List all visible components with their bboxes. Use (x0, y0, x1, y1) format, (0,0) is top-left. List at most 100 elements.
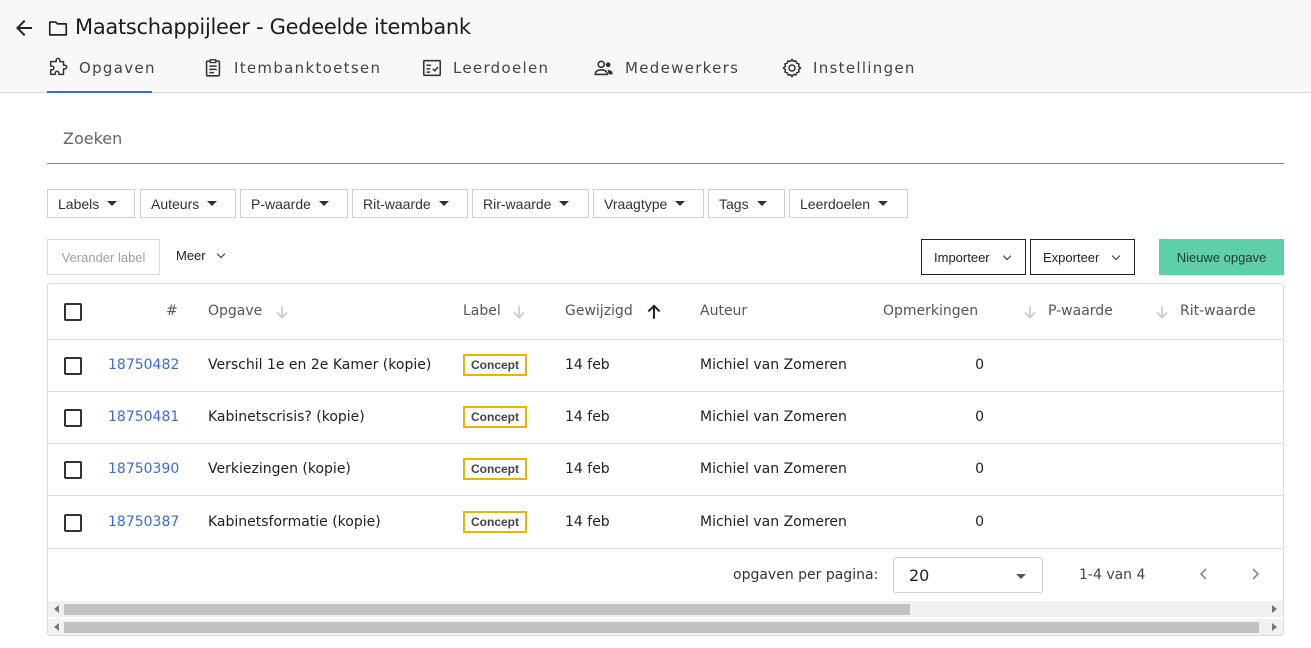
caret-down-icon (438, 201, 449, 206)
row-checkbox[interactable] (64, 514, 82, 532)
select-all-checkbox[interactable] (64, 303, 82, 321)
column-header-rit-waarde[interactable]: Rit-waarde (1180, 303, 1256, 319)
per-page-select[interactable]: 20 (893, 557, 1043, 593)
filter-label: Auteurs (151, 195, 200, 212)
filter-labels[interactable]: Labels (47, 189, 135, 218)
filter-rir-waarde[interactable]: Rir-waarde (472, 189, 589, 218)
column-header-opmerkingen[interactable]: Opmerkingen (883, 303, 978, 319)
item-id-link[interactable]: 18750390 (108, 461, 179, 477)
row-checkbox[interactable] (64, 409, 82, 427)
filter-p-waarde[interactable]: P-waarde (240, 189, 348, 218)
item-id-link[interactable]: 18750481 (108, 409, 179, 425)
per-page-label: opgaven per pagina: (733, 567, 879, 583)
column-header-opgave[interactable]: Opgave (208, 303, 262, 319)
pagination-bar: opgaven per pagina: 20 1-4 van 4 (48, 549, 1283, 599)
tab-label: Instellingen (813, 59, 916, 77)
sort-arrow-icon[interactable] (1154, 304, 1170, 320)
items-table: # Opgave Label Gewijzigd Auteur Opmerkin… (47, 283, 1284, 636)
caret-down-icon (107, 201, 118, 206)
more-menu-button[interactable]: Meer (176, 248, 225, 263)
item-comments-count: 0 (975, 409, 984, 425)
column-header-auteur[interactable]: Auteur (700, 303, 747, 319)
item-title: Kabinetscrisis? (kopie) (208, 409, 365, 425)
change-label-button[interactable]: Verander label (47, 239, 160, 275)
sort-ascending-icon[interactable] (645, 303, 663, 321)
column-header-gewijzigd[interactable]: Gewijzigd (565, 303, 633, 319)
status-badge: Concept (463, 354, 527, 376)
puzzle-icon (47, 57, 69, 79)
scrollbar-thumb[interactable] (64, 622, 1259, 633)
scroll-left-icon[interactable] (54, 623, 59, 631)
caret-down-icon (318, 201, 329, 206)
tab-itembanktoetsen[interactable]: Itembanktoetsen (202, 55, 381, 93)
tab-leerdoelen[interactable]: Leerdoelen (421, 55, 549, 93)
chevron-right-icon[interactable] (1247, 565, 1263, 583)
tab-instellingen[interactable]: Instellingen (781, 55, 916, 93)
back-arrow-icon[interactable] (12, 16, 36, 40)
row-checkbox[interactable] (64, 461, 82, 479)
table-row[interactable]: 18750482 Verschil 1e en 2e Kamer (kopie)… (48, 340, 1283, 392)
item-modified: 14 feb (565, 357, 610, 373)
table-row[interactable]: 18750387 Kabinetsformatie (kopie) Concep… (48, 496, 1283, 549)
tab-label: Itembanktoetsen (234, 59, 382, 77)
table-row[interactable]: 18750390 Verkiezingen (kopie) Concept 14… (48, 444, 1283, 496)
filter-label: Labels (58, 195, 100, 212)
caret-down-icon (559, 201, 570, 206)
column-header-p-waarde[interactable]: P-waarde (1048, 303, 1113, 319)
caret-down-icon (1016, 574, 1026, 579)
table-row[interactable]: 18750481 Kabinetscrisis? (kopie) Concept… (48, 392, 1283, 444)
filter-label: Leerdoelen (800, 195, 871, 212)
caret-down-icon (207, 201, 218, 206)
import-button[interactable]: Importeer (921, 239, 1026, 275)
chevron-down-icon (216, 249, 225, 259)
tab-label: Leerdoelen (453, 59, 550, 77)
item-modified: 14 feb (565, 461, 610, 477)
sort-arrow-icon[interactable] (274, 304, 290, 320)
filter-label: Rir-waarde (483, 195, 552, 212)
filter-label: P-waarde (251, 195, 311, 212)
scroll-right-icon[interactable] (1272, 623, 1277, 631)
tab-medewerkers[interactable]: Medewerkers (593, 55, 739, 93)
new-item-button[interactable]: Nieuwe opgave (1159, 239, 1284, 275)
item-title: Verschil 1e en 2e Kamer (kopie) (208, 357, 432, 373)
filter-leerdoelen[interactable]: Leerdoelen (789, 189, 908, 218)
status-badge: Concept (463, 406, 527, 428)
sort-arrow-icon[interactable] (1022, 304, 1038, 320)
item-modified: 14 feb (565, 514, 610, 530)
item-author: Michiel van Zomeren (700, 357, 847, 373)
scroll-left-icon[interactable] (54, 605, 59, 613)
filter-rit-waarde[interactable]: Rit-waarde (352, 189, 468, 218)
checklist-icon (421, 57, 443, 79)
filter-auteurs[interactable]: Auteurs (140, 189, 236, 218)
export-label: Exporteer (1043, 249, 1100, 265)
item-author: Michiel van Zomeren (700, 514, 847, 530)
people-icon (593, 57, 615, 79)
row-checkbox[interactable] (64, 357, 82, 375)
scroll-right-icon[interactable] (1272, 605, 1277, 613)
horizontal-scrollbar[interactable] (48, 619, 1283, 635)
item-author: Michiel van Zomeren (700, 461, 847, 477)
filter-vraagtype[interactable]: Vraagtype (593, 189, 704, 218)
scrollbar-thumb[interactable] (64, 604, 910, 615)
filter-label: Tags (719, 195, 749, 212)
page-title: Maatschappijleer - Gedeelde itembank (75, 15, 471, 39)
tab-label: Opgaven (79, 59, 156, 77)
gear-icon (781, 57, 803, 79)
tab-opgaven[interactable]: Opgaven (47, 55, 154, 93)
column-header-label[interactable]: Label (463, 303, 501, 319)
filter-label: Vraagtype (604, 195, 668, 212)
caret-down-icon (878, 201, 889, 206)
item-id-link[interactable]: 18750482 (108, 357, 179, 373)
per-page-value: 20 (909, 566, 930, 585)
item-id-link[interactable]: 18750387 (108, 514, 179, 530)
search-field (47, 114, 1284, 164)
chevron-left-icon[interactable] (1196, 565, 1212, 583)
horizontal-scrollbar[interactable] (48, 601, 1283, 617)
export-button[interactable]: Exporteer (1030, 239, 1135, 275)
filter-tags[interactable]: Tags (708, 189, 785, 218)
sort-arrow-icon[interactable] (511, 304, 527, 320)
chevron-down-icon (1112, 251, 1121, 260)
status-badge: Concept (463, 511, 527, 533)
caret-down-icon (756, 201, 767, 206)
search-input[interactable] (47, 114, 1284, 162)
